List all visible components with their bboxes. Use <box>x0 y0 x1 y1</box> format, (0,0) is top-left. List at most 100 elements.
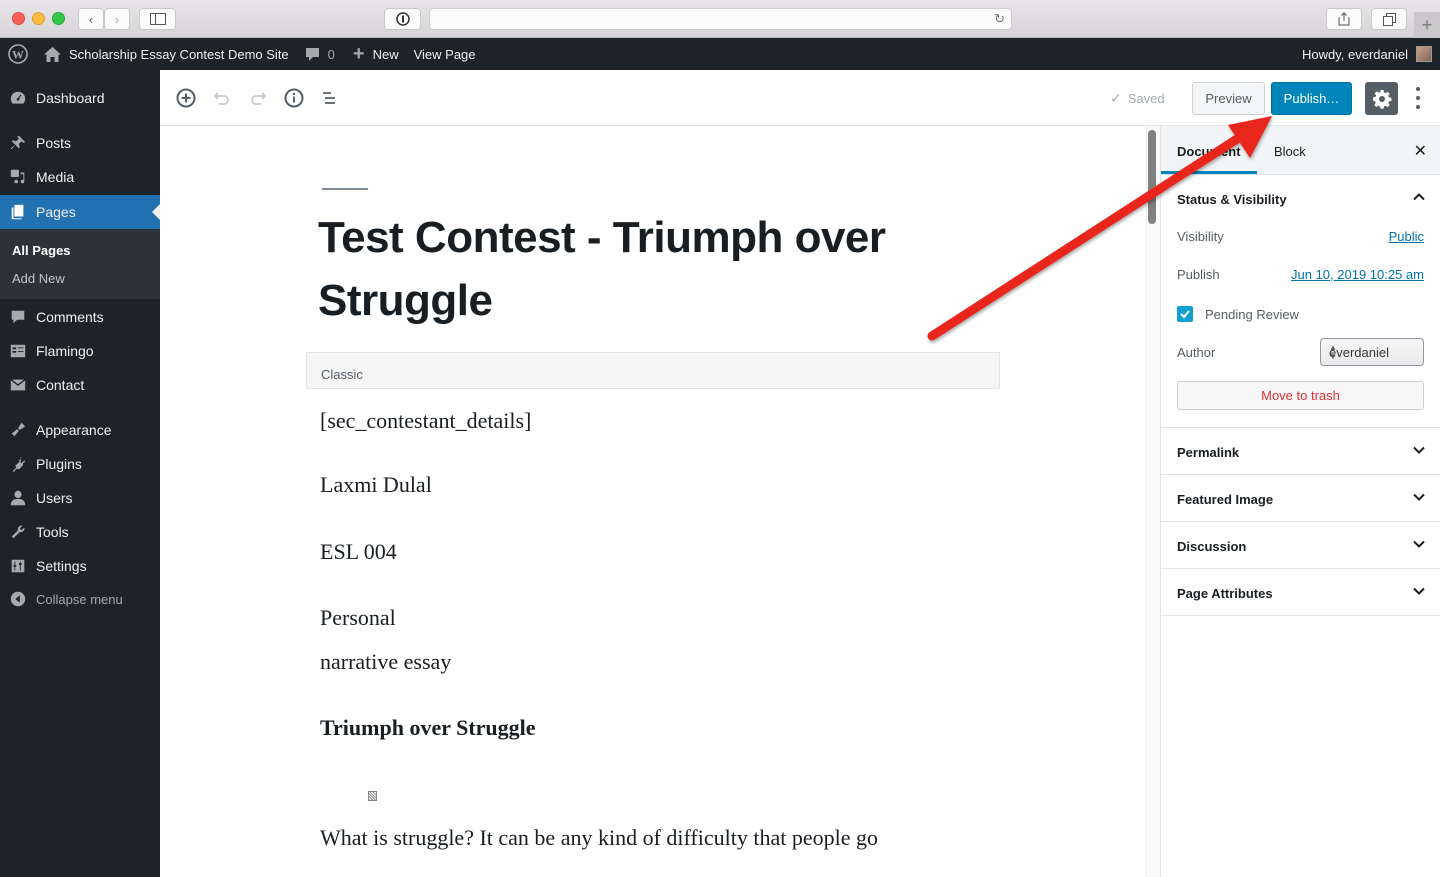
panel-status-visibility[interactable]: Status & Visibility <box>1161 175 1440 222</box>
wrench-icon <box>0 523 36 541</box>
password-button[interactable] <box>384 8 421 30</box>
dot <box>1416 105 1420 110</box>
wordpress-logo[interactable]: W <box>8 38 28 70</box>
chevron-down-icon <box>1413 446 1425 454</box>
settings-sidebar: Document Block ✕ Status & Visibility Vis… <box>1160 126 1440 877</box>
visibility-row: Visibility Public <box>1177 229 1424 244</box>
panel-title: Page Attributes <box>1177 586 1273 601</box>
new-tab-icon: + <box>1421 15 1433 35</box>
tab-block[interactable]: Block <box>1274 144 1306 159</box>
site-name-link[interactable]: Scholarship Essay Contest Demo Site <box>44 38 289 70</box>
panel-permalink[interactable]: Permalink <box>1161 428 1440 475</box>
new-tab-button[interactable]: + <box>1414 12 1440 38</box>
visibility-link[interactable]: Public <box>1389 229 1424 244</box>
preview-button[interactable]: Preview <box>1192 82 1265 115</box>
paragraph[interactable]: Personal <box>320 605 396 631</box>
panel-page-attributes[interactable]: Page Attributes <box>1161 569 1440 616</box>
submenu-all-pages[interactable]: All Pages <box>12 243 71 258</box>
menu-item-comments[interactable]: Comments <box>0 300 160 334</box>
comments-link[interactable]: 0 <box>305 38 335 70</box>
paragraph[interactable]: Laxmi Dulal <box>320 472 432 498</box>
more-options-button[interactable] <box>1408 84 1428 112</box>
info-icon <box>284 88 304 108</box>
panel-featured-image[interactable]: Featured Image <box>1161 475 1440 522</box>
share-button[interactable] <box>1326 8 1362 30</box>
close-sidebar-button[interactable]: ✕ <box>1414 141 1427 161</box>
post-title[interactable]: Test Contest - Triumph over Struggle <box>318 206 938 332</box>
menu-item-pages[interactable]: Pages <box>0 195 160 229</box>
view-page-label: View Page <box>413 46 476 62</box>
classic-block-label: Classic <box>321 367 363 382</box>
menu-item-appearance[interactable]: Appearance <box>0 413 160 447</box>
menu-item-posts[interactable]: Posts <box>0 126 160 160</box>
saved-label: Saved <box>1127 91 1165 106</box>
settings-button[interactable] <box>1365 82 1398 115</box>
publish-button[interactable]: Publish… <box>1271 82 1352 115</box>
add-block-button[interactable] <box>175 87 197 109</box>
scrollbar-track <box>1146 126 1160 877</box>
settings-sliders-icon <box>0 557 36 575</box>
close-window-button[interactable] <box>12 12 25 25</box>
reload-icon[interactable]: ↻ <box>994 11 1005 27</box>
minimize-window-button[interactable] <box>32 12 45 25</box>
panel-title: Status & Visibility <box>1177 192 1287 207</box>
content-info-button[interactable] <box>283 87 305 109</box>
sidebar-toggle-button[interactable] <box>139 8 176 30</box>
submenu-add-new[interactable]: Add New <box>12 271 65 286</box>
chevron-down-icon <box>1413 587 1425 595</box>
chevron-down-icon <box>1413 540 1425 548</box>
menu-label: Posts <box>36 135 72 151</box>
new-content-link[interactable]: + New <box>353 38 399 70</box>
sidebar-icon <box>149 13 166 25</box>
title-separator <box>322 188 368 190</box>
essay-heading[interactable]: Triumph over Struggle <box>320 715 536 741</box>
back-button[interactable]: ‹ <box>78 8 104 30</box>
author-select[interactable]: everdaniel ▲ ▼ <box>1320 338 1424 366</box>
menu-item-contact[interactable]: Contact <box>0 368 160 402</box>
tab-document[interactable]: Document <box>1177 144 1241 159</box>
redo-button[interactable] <box>247 87 269 109</box>
dashboard-icon <box>0 89 36 107</box>
close-icon: ✕ <box>1413 143 1427 160</box>
paragraph[interactable]: [sec_contestant_details] <box>320 408 531 434</box>
pending-review-checkbox[interactable] <box>1177 306 1193 322</box>
plus-icon: + <box>352 42 365 65</box>
block-navigation-button[interactable] <box>319 87 341 109</box>
undo-icon <box>213 92 229 105</box>
menu-item-dashboard[interactable]: Dashboard <box>0 81 160 115</box>
user-icon <box>0 489 36 507</box>
fullscreen-window-button[interactable] <box>52 12 65 25</box>
view-page-link[interactable]: View Page <box>414 38 476 70</box>
forward-button[interactable]: › <box>104 8 130 30</box>
paragraph[interactable]: narrative essay <box>320 649 451 675</box>
dot <box>1416 95 1420 100</box>
menu-item-plugins[interactable]: Plugins <box>0 447 160 481</box>
paragraph[interactable]: What is struggle? It can be any kind of … <box>320 825 878 851</box>
tabs-overview-button[interactable] <box>1371 8 1407 30</box>
menu-item-flamingo[interactable]: Flamingo <box>0 334 160 368</box>
collapse-menu-button[interactable]: Collapse menu <box>0 582 160 616</box>
menu-label: Appearance <box>36 422 112 438</box>
media-icon <box>0 168 36 186</box>
panel-discussion[interactable]: Discussion <box>1161 522 1440 569</box>
my-account-link[interactable]: Howdy, everdaniel <box>1302 38 1432 70</box>
visibility-label: Visibility <box>1177 229 1224 244</box>
publish-date-link[interactable]: Jun 10, 2019 10:25 am <box>1291 267 1424 282</box>
share-icon <box>1338 12 1350 26</box>
menu-item-settings[interactable]: Settings <box>0 549 160 583</box>
collapse-icon <box>0 590 36 608</box>
menu-item-users[interactable]: Users <box>0 481 160 515</box>
undo-button[interactable] <box>211 87 233 109</box>
comment-icon <box>0 308 36 326</box>
menu-label: Contact <box>36 377 85 393</box>
menu-item-tools[interactable]: Tools <box>0 515 160 549</box>
url-bar[interactable]: ↻ <box>429 8 1012 30</box>
classic-block-toolbar[interactable]: Classic <box>306 352 1000 389</box>
broken-image-icon <box>368 791 377 801</box>
move-to-trash-button[interactable]: Move to trash <box>1177 381 1424 410</box>
browser-chrome: ‹ › ↻ + <box>0 0 1440 38</box>
content-scrollbar[interactable] <box>1148 130 1156 224</box>
menu-label: Users <box>36 490 73 506</box>
paragraph[interactable]: ESL 004 <box>320 539 397 565</box>
menu-item-media[interactable]: Media <box>0 160 160 194</box>
